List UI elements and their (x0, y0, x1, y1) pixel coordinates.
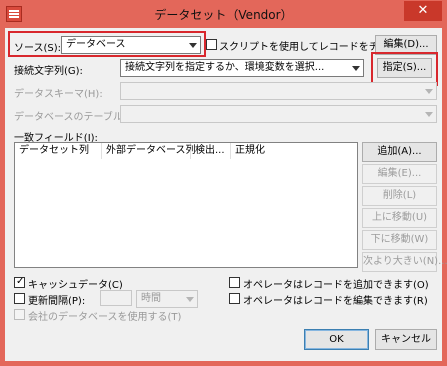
ok-button[interactable]: OK (304, 329, 369, 350)
schema-combo[interactable] (120, 82, 437, 100)
specify-highlight (371, 52, 438, 86)
chevron-down-icon (186, 297, 194, 302)
connection-label: 接続文字列(G): (14, 66, 83, 77)
cache-data-label: キャッシュデータ(C) (28, 280, 123, 291)
use-company-db-checkbox[interactable] (14, 309, 25, 320)
column-header-normalize[interactable]: 正規化 (231, 143, 291, 159)
connection-combo[interactable]: 接続文字列を指定するか、環境変数を選択... (120, 59, 364, 77)
operator-edit-checkbox[interactable] (229, 293, 240, 304)
column-header-dataset[interactable]: データセット列 (15, 143, 102, 159)
operator-add-label: オペレータはレコードを追加できます(O) (243, 280, 429, 291)
chevron-down-icon (425, 112, 433, 117)
move-up-button[interactable]: 上に移動(U) (362, 208, 437, 228)
close-button[interactable]: ✕ (404, 1, 442, 21)
script-check-checkbox[interactable] (206, 39, 217, 50)
table-combo[interactable] (120, 105, 437, 123)
next-larger-button[interactable]: 次より大きい(N)... (362, 252, 447, 272)
match-fields-list[interactable]: データセット列 外部データベース列 検出... 正規化 (14, 142, 358, 268)
move-down-button[interactable]: 下に移動(W) (362, 230, 437, 250)
schema-label: データスキーマ(H): (14, 89, 103, 100)
cache-data-checkbox[interactable]: ✓ (14, 276, 25, 288)
source-highlight (8, 31, 206, 57)
title-bar: データセット（Vendor） ✕ (0, 0, 447, 28)
chevron-down-icon (425, 89, 433, 94)
cancel-button[interactable]: キャンセル (375, 329, 437, 350)
interval-value-input[interactable] (100, 290, 132, 306)
chevron-down-icon (352, 66, 360, 71)
window-title: データセット（Vendor） (154, 8, 293, 22)
interval-unit-select[interactable]: 時間 (136, 290, 198, 308)
column-header-detect[interactable]: 検出... (191, 143, 231, 159)
add-button[interactable]: 追加(A)... (362, 142, 437, 162)
dialog-window: データセット（Vendor） ✕ ソース(S): データベース スクリプトを使用… (0, 0, 447, 366)
checkmark-icon: ✓ (16, 276, 25, 287)
operator-edit-label: オペレータはレコードを編集できます(R) (243, 296, 428, 307)
update-interval-checkbox[interactable] (14, 293, 25, 304)
edit-field-button[interactable]: 編集(E)... (362, 164, 437, 184)
column-header-external[interactable]: 外部データベース列 (102, 143, 196, 159)
operator-add-checkbox[interactable] (229, 277, 240, 288)
delete-button[interactable]: 削除(L) (362, 186, 437, 206)
dialog-body: ソース(S): データベース スクリプトを使用してレコードをチェック(H) 編集… (5, 28, 447, 361)
update-interval-label: 更新間隔(P): (28, 296, 86, 307)
use-company-db-label: 会社のデータベースを使用する(T) (28, 312, 182, 323)
interval-unit-value: 時間 (141, 293, 161, 304)
connection-combo-value: 接続文字列を指定するか、環境変数を選択... (125, 62, 325, 73)
